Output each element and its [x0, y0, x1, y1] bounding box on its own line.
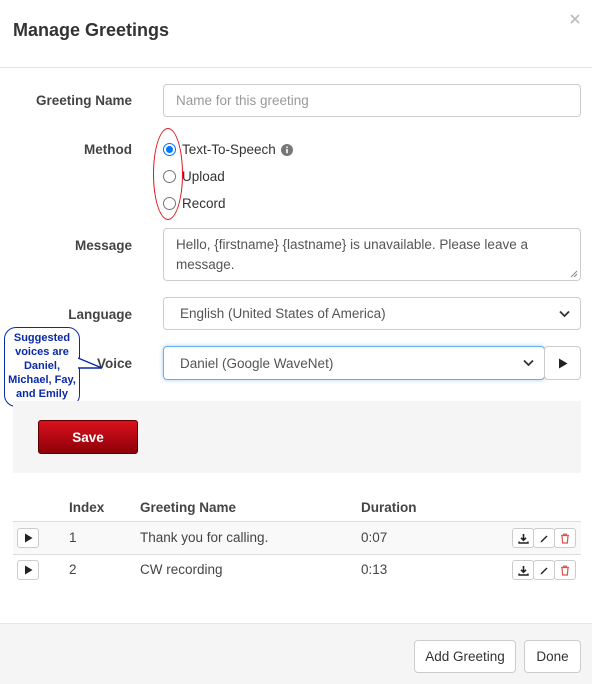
info-circle-icon[interactable]	[280, 143, 293, 156]
radio-tts[interactable]: Text-To-Speech	[163, 142, 293, 157]
method-label: Method	[84, 142, 132, 157]
edit-icon	[540, 567, 548, 575]
delete-button[interactable]	[554, 560, 576, 580]
table-row	[13, 522, 581, 554]
row-duration: 0:13	[361, 562, 388, 577]
language-label: Language	[68, 307, 132, 322]
message-textarea[interactable]: Hello, {firstname} {lastname} is unavail…	[163, 228, 581, 281]
callout-line: voices are	[15, 346, 69, 358]
row-index: 1	[69, 530, 77, 545]
play-icon	[24, 533, 32, 543]
row-index: 2	[69, 562, 77, 577]
row-name: CW recording	[140, 562, 223, 577]
radio-record-label: Record	[182, 196, 226, 211]
greeting-name-label: Greeting Name	[35, 93, 132, 108]
download-icon	[517, 533, 529, 544]
voice-value: Daniel (Google WaveNet)	[180, 355, 334, 371]
download-button[interactable]	[512, 528, 534, 548]
download-button[interactable]	[512, 560, 534, 580]
save-button[interactable]: Save	[38, 420, 138, 454]
row-name: Thank you for calling.	[140, 530, 269, 545]
callout-line: Daniel,	[23, 360, 61, 372]
radio-tts-label: Text-To-Speech	[182, 142, 276, 157]
greeting-name-input[interactable]: Name for this greeting	[163, 84, 581, 117]
edit-button[interactable]	[533, 528, 555, 548]
callout-line: Michael, Fay,	[8, 374, 76, 386]
radio-upload-label: Upload	[182, 169, 225, 184]
edit-icon	[540, 535, 548, 543]
resize-handle-icon[interactable]	[570, 270, 578, 278]
voice-select[interactable]: Daniel (Google WaveNet)	[163, 346, 545, 380]
message-text: Hello, {firstname} {lastname} is unavail…	[176, 237, 528, 272]
message-label: Message	[74, 238, 132, 253]
callout-line: and Emily	[16, 388, 68, 400]
trash-icon	[561, 565, 569, 576]
play-icon	[24, 565, 32, 575]
chevron-down-icon	[523, 359, 534, 367]
callout-pointer	[78, 357, 103, 369]
callout-line: Suggested	[13, 332, 71, 344]
trash-icon	[561, 533, 569, 544]
row-play-button[interactable]	[17, 560, 39, 580]
delete-button[interactable]	[554, 528, 576, 548]
chevron-down-icon	[559, 310, 570, 317]
suggestion-callout: Suggested voices are Daniel, Michael, Fa…	[4, 327, 80, 407]
highlight-oval	[153, 128, 183, 220]
row-play-button[interactable]	[17, 528, 39, 548]
column-header-duration: Duration	[361, 500, 417, 515]
row-duration: 0:07	[361, 530, 388, 545]
close-icon[interactable]	[570, 12, 580, 28]
modal-header: Manage Greetings	[0, 0, 592, 68]
language-select[interactable]: English (United States of America)	[163, 297, 581, 330]
add-greeting-button[interactable]: Add Greeting	[414, 640, 516, 673]
column-header-name: Greeting Name	[140, 500, 237, 515]
modal-title: Manage Greetings	[13, 20, 170, 40]
play-icon	[558, 358, 567, 368]
edit-button[interactable]	[533, 560, 555, 580]
done-button[interactable]: Done	[524, 640, 581, 673]
language-value: English (United States of America)	[180, 306, 386, 321]
row-divider	[13, 554, 581, 555]
voice-play-button[interactable]	[544, 346, 581, 380]
download-icon	[517, 565, 529, 576]
column-header-index: Index	[69, 500, 105, 515]
